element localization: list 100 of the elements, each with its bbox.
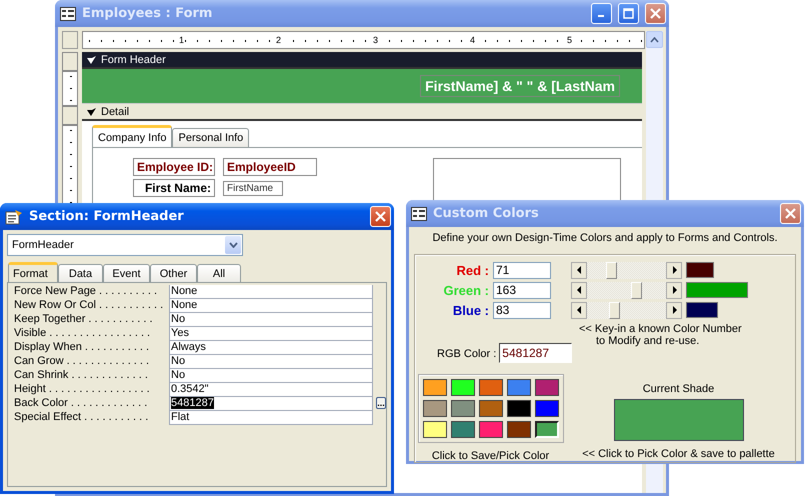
- property-value[interactable]: None: [169, 285, 373, 299]
- right-arrow-icon: [672, 266, 676, 274]
- palette-swatch[interactable]: [506, 379, 530, 396]
- slider-thumb[interactable]: [609, 302, 620, 318]
- shade-label: Current Shade: [642, 383, 714, 395]
- property-value[interactable]: 0.3542": [169, 383, 373, 397]
- palette-caption: Click to Save/Pick Color: [432, 450, 550, 462]
- property-name: Keep Together . . . . . . . . . . .: [14, 313, 154, 327]
- channel-label: Red :: [456, 262, 490, 278]
- palette-swatch[interactable]: [422, 400, 446, 417]
- section-bar[interactable]: Form Header: [82, 52, 642, 69]
- vertical-ruler: [62, 71, 78, 106]
- bound-textbox[interactable]: FirstName: [223, 180, 283, 196]
- palette-swatch[interactable]: [534, 421, 558, 438]
- property-value[interactable]: No: [169, 369, 373, 383]
- palette-swatch[interactable]: [506, 400, 530, 417]
- palette-swatch[interactable]: [450, 400, 474, 417]
- channel-input[interactable]: 83: [493, 302, 551, 318]
- arrow-icon: [86, 106, 97, 117]
- channel-slider[interactable]: [571, 262, 682, 278]
- minimize-button[interactable]: [591, 3, 612, 24]
- slider-thumb[interactable]: [630, 282, 642, 298]
- tab[interactable]: Other: [150, 264, 197, 282]
- tab[interactable]: Company Info: [92, 125, 172, 147]
- field-label: Employee ID:: [133, 158, 215, 176]
- section-selector[interactable]: [62, 52, 78, 71]
- property-value[interactable]: No: [169, 313, 373, 327]
- current-shade[interactable]: [614, 399, 744, 441]
- palette-swatch[interactable]: [450, 421, 474, 438]
- chevron-down-icon: [228, 242, 238, 248]
- palette-swatch[interactable]: [534, 379, 558, 396]
- properties-icon: [5, 208, 23, 224]
- builder-button[interactable]: ...: [376, 397, 386, 409]
- palette-swatch[interactable]: [422, 379, 446, 396]
- right-arrow-icon: [672, 286, 676, 294]
- property-value[interactable]: Always: [169, 341, 373, 355]
- palette-swatch[interactable]: [478, 421, 502, 438]
- channel-label: Green :: [442, 282, 490, 298]
- window-title: Employees : Form: [82, 6, 214, 21]
- channel-slider[interactable]: [571, 282, 682, 298]
- section-bar[interactable]: Detail: [82, 104, 642, 121]
- property-name: Can Shrink . . . . . . . . . . . . .: [14, 369, 149, 383]
- property-value[interactable]: No: [169, 355, 373, 369]
- property-name: New Row Or Col . . . . . . . . . . .: [14, 299, 164, 313]
- scroll-up-icon: [650, 36, 659, 42]
- close-icon: [785, 208, 796, 219]
- left-arrow-icon: [576, 266, 582, 274]
- tab[interactable]: Event: [103, 264, 150, 282]
- channel-input[interactable]: 71: [493, 262, 551, 278]
- channel-input[interactable]: 163: [493, 282, 551, 298]
- tab[interactable]: Format: [8, 262, 58, 282]
- left-arrow-icon: [576, 306, 582, 314]
- slider-thumb[interactable]: [606, 262, 618, 278]
- form-icon: [411, 206, 427, 220]
- property-name: Can Grow . . . . . . . . . . . . . .: [14, 355, 150, 369]
- property-name: Visible . . . . . . . . . . . . . . . . .: [14, 327, 152, 341]
- field-label: First Name:: [133, 179, 215, 197]
- ruler-number: 1: [178, 35, 185, 45]
- rgb-input[interactable]: 5481287: [499, 343, 572, 363]
- intro-text: Define your own Design-Time Colors and apply to Forms and Controls.: [431, 232, 779, 246]
- object-dropdown[interactable]: FormHeader: [7, 234, 243, 256]
- shade-caption: << Click to Pick Color & save to pallette: [582, 448, 775, 460]
- property-name: Back Color . . . . . . . . . . . . .: [14, 397, 148, 411]
- property-name: Special Effect . . . . . . . . . . .: [14, 411, 150, 425]
- property-name: Display When . . . . . . . . . . .: [14, 341, 150, 355]
- bound-textbox[interactable]: EmployeeID: [223, 158, 317, 176]
- close-button[interactable]: [370, 206, 391, 227]
- palette-swatch[interactable]: [506, 421, 530, 438]
- maximize-button[interactable]: [618, 3, 639, 24]
- left-arrow-icon: [576, 286, 582, 294]
- close-button[interactable]: [645, 3, 666, 24]
- tab[interactable]: Personal Info: [172, 128, 250, 147]
- section-label: Detail: [101, 106, 130, 118]
- arrow-icon: [86, 54, 97, 65]
- hint-text: << Key-in a known Color Number: [579, 323, 742, 335]
- palette-swatch[interactable]: [478, 400, 502, 417]
- palette-swatch[interactable]: [478, 379, 502, 396]
- palette-swatch[interactable]: [534, 400, 558, 417]
- maximize-icon: [623, 8, 634, 19]
- window-title: Custom Colors: [433, 206, 540, 221]
- ruler-number: 3: [372, 35, 379, 45]
- property-value[interactable]: Flat: [169, 411, 373, 425]
- section-label: Form Header: [101, 54, 166, 66]
- palette-swatch[interactable]: [450, 379, 474, 396]
- channel-label: Blue :: [452, 302, 490, 318]
- property-name: Height . . . . . . . . . . . . . . . . .: [14, 383, 151, 397]
- close-button[interactable]: [780, 203, 801, 224]
- palette-swatch[interactable]: [422, 421, 446, 438]
- channel-slider[interactable]: [571, 302, 682, 318]
- property-value[interactable]: 5481287: [169, 397, 373, 411]
- rgb-label: RGB Color :: [437, 348, 496, 362]
- right-arrow-icon: [672, 306, 676, 314]
- window-title: Section: FormHeader: [29, 209, 185, 224]
- property-value[interactable]: None: [169, 299, 373, 313]
- section-selector[interactable]: [62, 106, 78, 125]
- tab[interactable]: Data: [58, 264, 103, 282]
- close-icon: [650, 8, 661, 19]
- property-value[interactable]: Yes: [169, 327, 373, 341]
- tab[interactable]: All: [197, 264, 241, 282]
- ruler-number: 2: [274, 35, 282, 45]
